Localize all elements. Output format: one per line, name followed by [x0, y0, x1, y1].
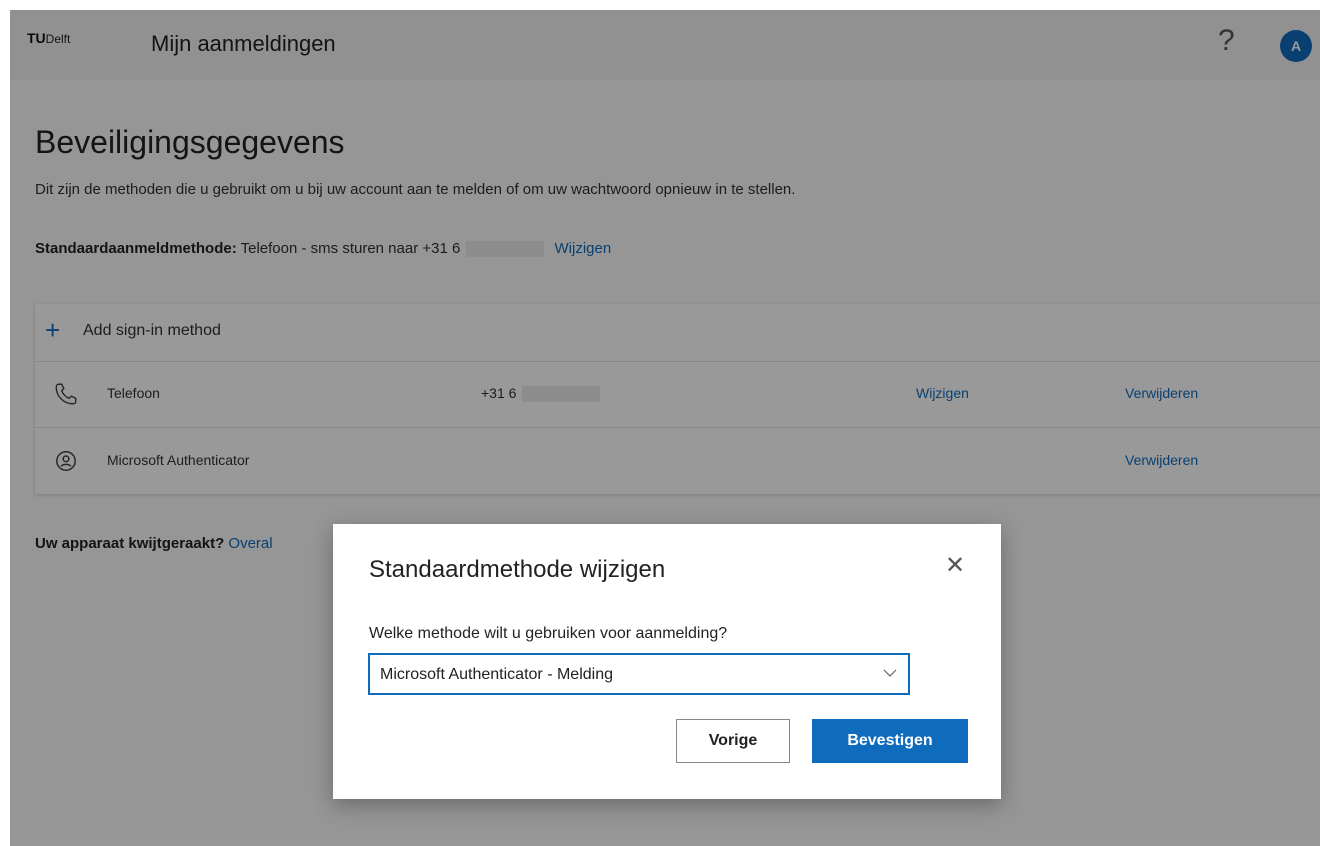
method-select[interactable]: Microsoft Authenticator - Melding — [368, 653, 910, 695]
chevron-down-icon — [883, 669, 897, 677]
dialog-title: Standaardmethode wijzigen — [369, 556, 666, 583]
close-icon[interactable]: ✕ — [945, 554, 965, 578]
confirm-button[interactable]: Bevestigen — [812, 719, 968, 763]
back-button[interactable]: Vorige — [676, 719, 790, 763]
change-default-method-dialog: Standaardmethode wijzigen ✕ Welke method… — [333, 524, 1001, 799]
method-select-value: Microsoft Authenticator - Melding — [380, 666, 613, 683]
dialog-question: Welke methode wilt u gebruiken voor aanm… — [369, 625, 728, 642]
